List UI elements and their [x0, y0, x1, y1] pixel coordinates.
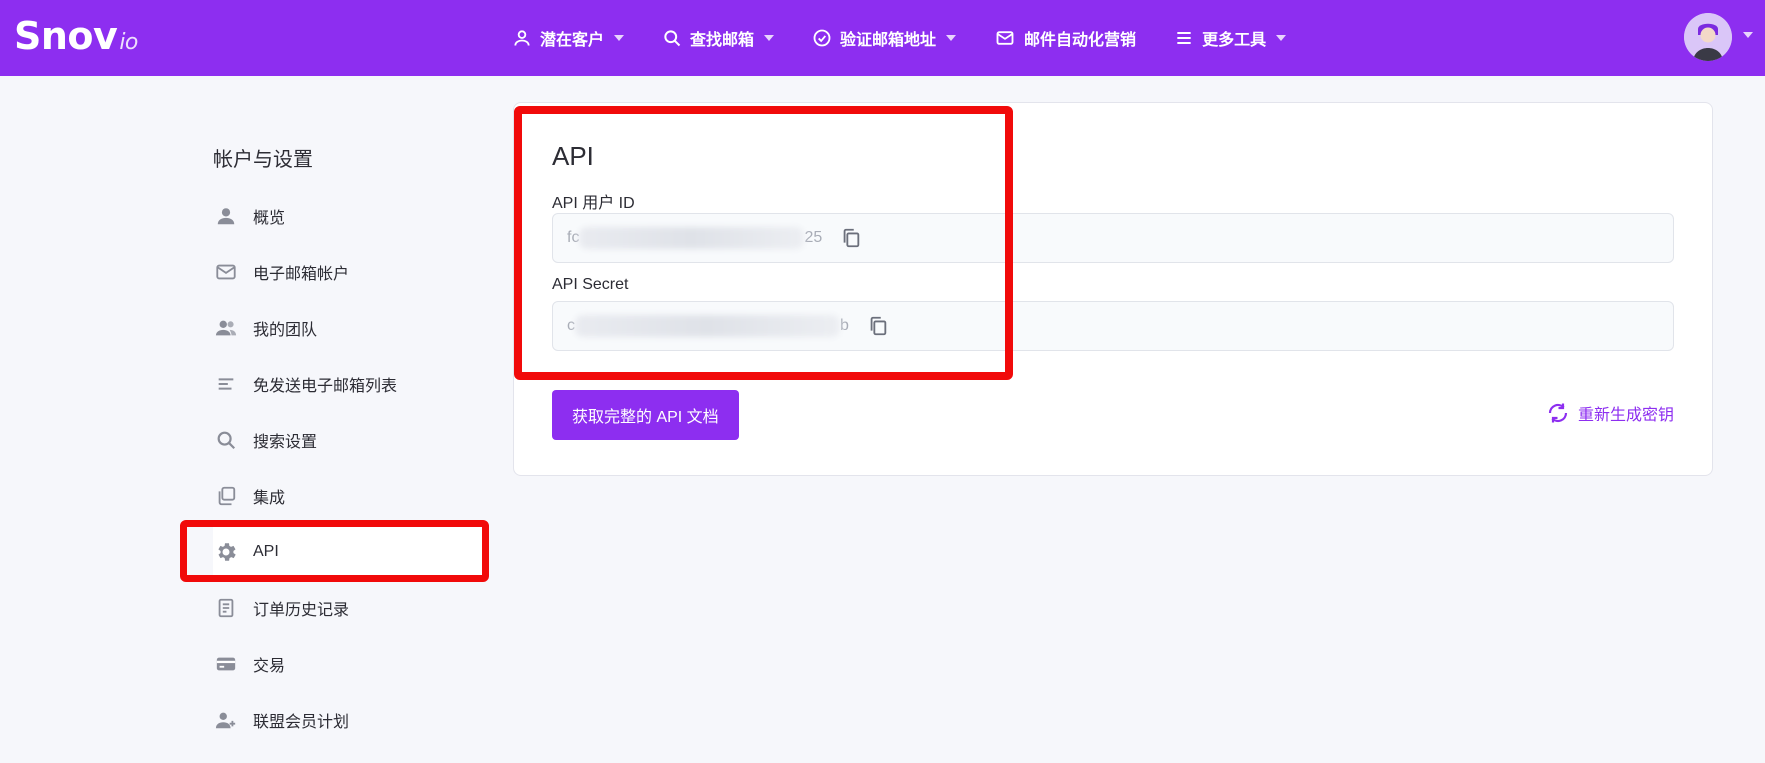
mail-icon: [996, 31, 1014, 45]
api-secret-value[interactable]: cb: [567, 315, 849, 337]
api-card: API API 用户 ID fc 25 API Secret cb 获取完整的 A…: [513, 102, 1713, 476]
sidebar-menu: 概览 电子邮箱帐户 我的团队 免发送电子邮箱列表 搜索设置 集成 API 订单历…: [213, 188, 483, 748]
main-nav: 潜在客户 查找邮箱 验证邮箱地址 邮件自动化营销 更多工具: [512, 0, 1324, 76]
nav-label: 潜在客户: [540, 32, 605, 49]
sidebar-item-label: 订单历史记录: [253, 602, 350, 619]
copy-icon: [843, 228, 860, 248]
chevron-down-icon[interactable]: [1743, 32, 1753, 38]
api-user-id-suffix: 25: [804, 229, 823, 247]
nav-verify-email[interactable]: 验证邮箱地址: [812, 26, 957, 50]
sidebar-item-affiliate-program[interactable]: 联盟会员计划: [213, 692, 483, 748]
sidebar-item-label: 搜索设置: [253, 434, 318, 451]
api-secret-suffix: b: [840, 317, 849, 335]
check-circle-icon: [813, 29, 831, 47]
sidebar-item-label: 免发送电子邮箱列表: [253, 378, 398, 395]
blurred-redaction: [579, 227, 805, 249]
logo-suffix-text: io: [119, 30, 138, 55]
regenerate-key-label: 重新生成密钥: [1577, 407, 1674, 424]
api-user-id-prefix: fc: [567, 229, 580, 247]
api-user-id-field[interactable]: fc 25: [552, 213, 1674, 263]
sidebar-title: 帐户与设置: [213, 149, 313, 171]
api-title: API: [552, 141, 594, 171]
refresh-icon: [1548, 403, 1568, 423]
search-icon: [664, 30, 681, 47]
mail-icon: [216, 264, 236, 280]
sidebar-item-api[interactable]: API: [213, 524, 483, 580]
snovio-logo[interactable]: Snovio: [14, 14, 138, 58]
api-user-id-label: API 用户 ID: [552, 195, 635, 212]
chevron-down-icon: [946, 35, 957, 41]
sidebar-item-search-settings[interactable]: 搜索设置: [213, 412, 483, 468]
nav-prospects[interactable]: 潜在客户: [512, 26, 625, 50]
add-person-icon: [215, 712, 236, 729]
nav-find-email[interactable]: 查找邮箱: [662, 26, 775, 50]
chevron-down-icon: [764, 35, 775, 41]
sidebar-item-do-not-email-list[interactable]: 免发送电子邮箱列表: [213, 356, 483, 412]
sidebar-item-integrations[interactable]: 集成: [213, 468, 483, 524]
sidebar-item-my-team[interactable]: 我的团队: [213, 300, 483, 356]
team-icon: [215, 320, 237, 336]
sidebar-item-label: 集成: [253, 490, 286, 507]
sidebar-item-label: 我的团队: [253, 322, 318, 339]
sidebar-item-label: 联盟会员计划: [253, 714, 350, 731]
chevron-down-icon: [614, 35, 625, 41]
sidebar-item-overview[interactable]: 概览: [213, 188, 483, 244]
list-icon: [218, 378, 234, 390]
sidebar-item-label: 交易: [253, 658, 286, 675]
regenerate-key-button[interactable]: 重新生成密钥: [1546, 401, 1674, 425]
sidebar-item-order-history[interactable]: 订单历史记录: [213, 580, 483, 636]
menu-icon: [1177, 32, 1191, 44]
person-icon: [514, 30, 530, 46]
nav-label: 邮件自动化营销: [1024, 32, 1137, 49]
person-icon: [217, 208, 235, 225]
get-api-docs-button[interactable]: 获取完整的 API 文档: [552, 390, 739, 440]
top-navigation-bar: Snovio 潜在客户 查找邮箱 验证邮箱地址 邮件自动化营销 更多工具: [0, 0, 1765, 76]
nav-label: 查找邮箱: [690, 32, 755, 49]
document-icon: [218, 598, 234, 618]
sidebar-item-label: 电子邮箱帐户: [253, 266, 350, 283]
copy-stack-icon: [218, 486, 236, 506]
copy-user-id-button[interactable]: [840, 227, 862, 249]
api-secret-prefix: c: [567, 317, 575, 335]
search-icon: [217, 431, 236, 450]
api-secret-field[interactable]: cb: [552, 301, 1674, 351]
copy-icon: [870, 316, 887, 336]
nav-label: 更多工具: [1202, 32, 1267, 49]
logo-main-text: Snov: [14, 14, 118, 58]
api-secret-label: API Secret: [552, 276, 629, 293]
sidebar-item-email-accounts[interactable]: 电子邮箱帐户: [213, 244, 483, 300]
credit-card-icon: [216, 657, 236, 671]
sidebar-item-label: API: [253, 543, 279, 560]
sidebar-item-label: 概览: [253, 210, 286, 227]
nav-email-automation[interactable]: 邮件自动化营销: [994, 26, 1136, 50]
sidebar-item-transactions[interactable]: 交易: [213, 636, 483, 692]
nav-label: 验证邮箱地址: [840, 32, 937, 49]
nav-more-tools[interactable]: 更多工具: [1174, 26, 1287, 50]
user-avatar[interactable]: [1684, 13, 1732, 61]
blurred-redaction: [575, 315, 840, 337]
gear-icon: [218, 543, 236, 561]
copy-secret-button[interactable]: [867, 315, 889, 337]
api-user-id-value[interactable]: fc 25: [567, 227, 822, 249]
chevron-down-icon: [1276, 35, 1287, 41]
avatar-person-icon: [1684, 13, 1732, 61]
